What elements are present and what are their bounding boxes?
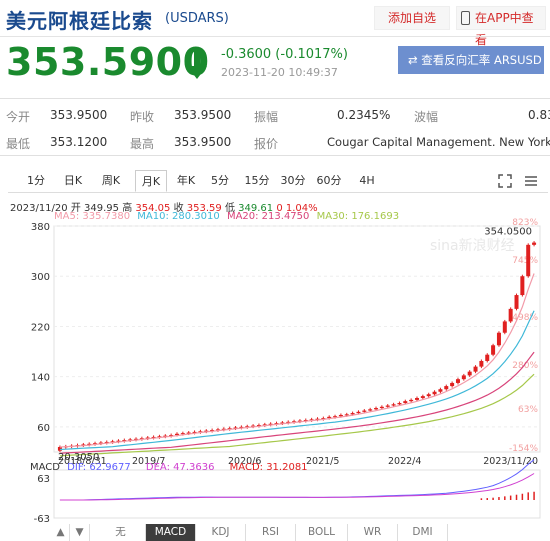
- pct-tick-label: 280%: [512, 361, 538, 371]
- ma5-line: [59, 273, 535, 448]
- candle: [403, 401, 408, 404]
- indicator-wr[interactable]: WR: [348, 524, 398, 541]
- candle: [397, 403, 402, 405]
- candle: [344, 414, 349, 416]
- y-tick-label: 60: [37, 423, 50, 434]
- macd-info: MACD DIF: 62.9677 DEA: 47.3636 MACD: 31.…: [30, 462, 308, 473]
- candle: [432, 391, 437, 395]
- chart-frame: [53, 225, 541, 453]
- indicator-rsi[interactable]: RSI: [246, 524, 296, 541]
- candle: [338, 414, 343, 417]
- candle: [350, 413, 355, 415]
- candle: [502, 321, 507, 333]
- candle: [409, 399, 414, 402]
- candle: [496, 332, 501, 346]
- candle: [514, 295, 519, 309]
- candle: [532, 242, 537, 245]
- candle: [420, 396, 425, 399]
- candle: [461, 375, 466, 380]
- pct-tick-label: 63%: [518, 405, 538, 415]
- candle: [450, 382, 455, 387]
- macd-macd: MACD: 31.2081: [229, 462, 308, 473]
- macd-label: MACD: [30, 462, 60, 473]
- candle: [374, 408, 379, 410]
- candle: [491, 345, 496, 355]
- candle: [415, 398, 419, 400]
- candle: [426, 394, 431, 397]
- y-tick-label: 220: [31, 322, 50, 333]
- candle: [391, 404, 396, 406]
- candle: [356, 411, 361, 414]
- macd-dif: DIF: 62.9677: [67, 462, 131, 473]
- candle: [473, 366, 478, 372]
- pct-tick-label: -154%: [509, 444, 538, 454]
- indicator-kdj[interactable]: KDJ: [196, 524, 246, 541]
- macd-dea: DEA: 47.3636: [145, 462, 215, 473]
- indicator-none[interactable]: 无: [96, 524, 146, 541]
- candle: [379, 406, 384, 409]
- indicator-boll[interactable]: BOLL: [296, 524, 348, 541]
- candle: [362, 410, 367, 412]
- scroll-up-button[interactable]: ▲: [52, 524, 70, 541]
- y-tick-label: 140: [31, 373, 50, 384]
- macd-tick-label: 63: [37, 474, 50, 485]
- ma20-line: [59, 351, 535, 454]
- candle: [444, 386, 449, 390]
- candle: [385, 405, 390, 407]
- candle: [467, 371, 472, 376]
- max-price-label: 354.0500: [484, 227, 532, 238]
- candle: [438, 389, 443, 392]
- candle: [455, 379, 460, 383]
- y-tick-label: 300: [31, 272, 50, 283]
- ma30-line: [59, 373, 535, 457]
- candle: [485, 354, 490, 361]
- watermark-logo: sina新浪财经: [430, 238, 515, 254]
- candle: [368, 409, 373, 411]
- pct-tick-label: 745%: [512, 256, 538, 266]
- x-tick-label: 2023/11/20: [483, 456, 538, 467]
- macd-tick-label: -63: [34, 514, 50, 525]
- indicator-dmi[interactable]: DMI: [398, 524, 448, 541]
- macd-frame: [53, 469, 541, 519]
- x-tick-label: 2021/5: [306, 456, 339, 467]
- candle: [526, 244, 531, 277]
- ma10-line: [59, 310, 535, 451]
- candle: [479, 360, 484, 367]
- kline-chart[interactable]: 38030022014060823%745%498%280%63%-154%20…: [0, 0, 550, 541]
- y-tick-label: 380: [31, 222, 50, 233]
- indicator-macd[interactable]: MACD: [146, 524, 196, 541]
- candle: [508, 308, 513, 322]
- candle: [520, 276, 525, 296]
- scroll-down-button[interactable]: ▼: [70, 524, 90, 541]
- x-tick-label: 2022/4: [388, 456, 421, 467]
- dea-line: [59, 473, 535, 501]
